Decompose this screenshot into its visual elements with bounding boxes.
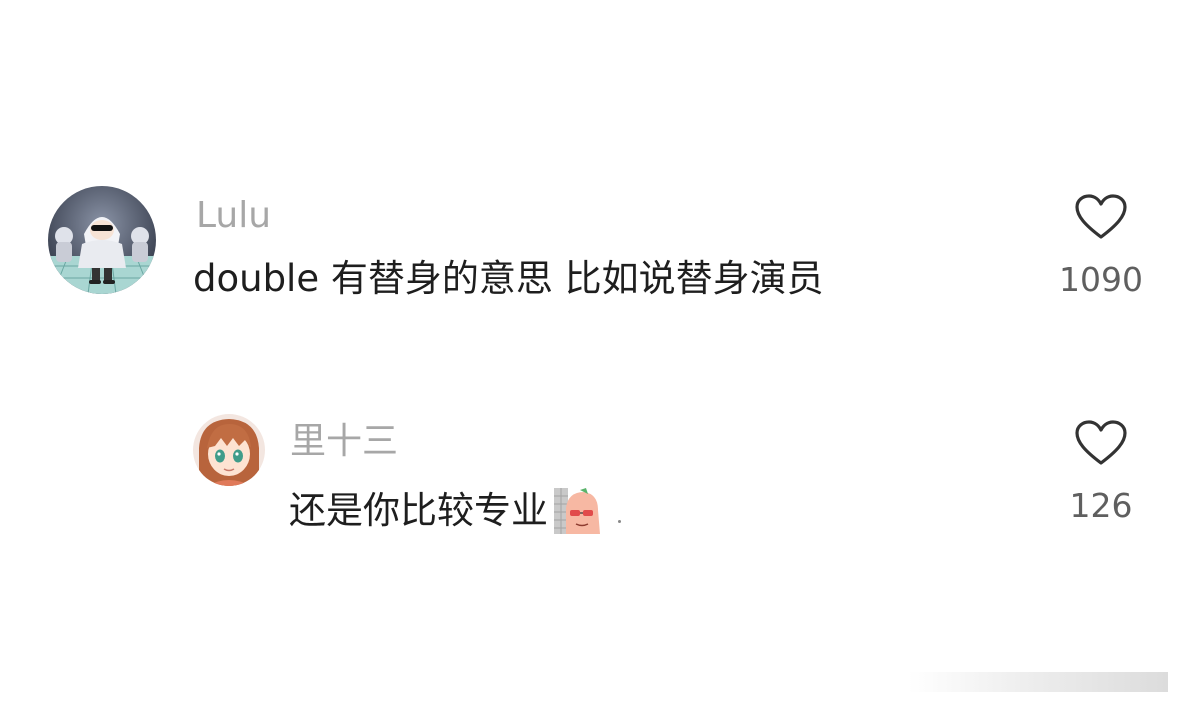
like-count: 126	[1069, 486, 1133, 525]
reply-text-row: 还是你比较专业	[289, 486, 621, 536]
stray-dot	[618, 519, 621, 523]
anime-girl-avatar[interactable]	[193, 414, 265, 486]
heart-icon	[1075, 420, 1127, 465]
avatar-image	[193, 414, 265, 486]
like-button[interactable]: 126	[1056, 420, 1146, 526]
reply-item: 里十三 还是你比较专业 126	[0, 0, 1179, 560]
reply-text: 还是你比较专业	[289, 489, 548, 532]
reply-username[interactable]: 里十三	[290, 422, 398, 462]
watermark	[908, 666, 1168, 696]
peeking-peanut-sticker-icon	[552, 486, 602, 536]
